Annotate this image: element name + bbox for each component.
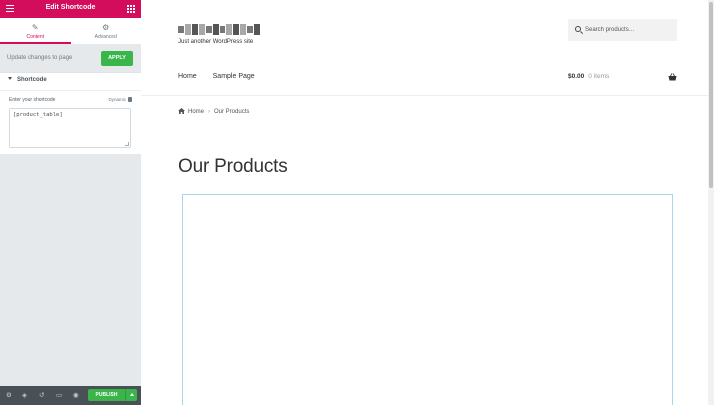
product-table-widget[interactable]	[182, 194, 673, 405]
tab-advanced-label: Advanced	[94, 34, 117, 40]
search-placeholder: Search products…	[585, 27, 635, 33]
caret-down-icon	[8, 77, 12, 80]
site-preview: Just another WordPress site Search produ…	[141, 0, 714, 405]
home-icon	[178, 108, 185, 114]
nav-item-home[interactable]: Home	[178, 73, 197, 80]
tab-content[interactable]: ✎ Content	[0, 18, 71, 44]
search-icon	[575, 26, 581, 32]
site-tagline: Just another WordPress site	[178, 39, 254, 45]
editor-panel: Edit Shortcode ✎ Content ⚙ Advanced Upda…	[0, 0, 141, 405]
apply-button[interactable]: APPLY	[101, 51, 133, 66]
publish-options-arrow-icon[interactable]	[125, 389, 137, 401]
header-divider	[141, 95, 714, 96]
panel-footer: ⚙ ◈ ↺ ▭ ◉ PUBLISH	[0, 386, 141, 405]
navigator-icon[interactable]: ◈	[22, 391, 27, 400]
section-toggle[interactable]: Shortcode	[8, 77, 47, 83]
shortcode-textarea[interactable]: [product_table]	[9, 108, 131, 148]
resize-grip-icon[interactable]	[125, 142, 129, 146]
breadcrumb-separator: ›	[208, 109, 211, 115]
tab-advanced[interactable]: ⚙ Advanced	[71, 18, 142, 44]
database-icon	[128, 97, 132, 102]
tab-content-label: Content	[26, 34, 44, 40]
breadcrumb-home[interactable]: Home	[188, 109, 204, 115]
cart-summary[interactable]: $0.00 0 items	[568, 73, 609, 80]
panel-title: Edit Shortcode	[45, 4, 96, 11]
breadcrumb: Home › Our Products	[178, 108, 249, 115]
section-title: Shortcode	[17, 77, 47, 83]
scrollbar-thumb[interactable]	[709, 2, 713, 188]
search-input[interactable]: Search products…	[568, 19, 677, 41]
dynamic-tags-button[interactable]: Dynamic	[108, 97, 132, 102]
panel-header: Edit Shortcode	[0, 0, 141, 18]
primary-nav: Home Sample Page	[178, 73, 269, 80]
shortcode-section: Shortcode Enter your shortcode Dynamic […	[0, 72, 141, 154]
settings-icon[interactable]: ⚙	[6, 391, 12, 400]
breadcrumb-current: Our Products	[214, 109, 250, 115]
widgets-grid-icon[interactable]	[127, 5, 135, 13]
history-icon[interactable]: ↺	[39, 391, 44, 400]
page-title: Our Products	[178, 156, 288, 177]
dynamic-label: Dynamic	[108, 97, 126, 102]
panel-tabs: ✎ Content ⚙ Advanced	[0, 18, 141, 44]
basket-icon[interactable]	[668, 73, 677, 81]
pencil-icon: ✎	[31, 23, 39, 32]
section-divider	[0, 90, 141, 91]
page-scrollbar[interactable]	[708, 0, 714, 405]
preview-eye-icon[interactable]: ◉	[73, 391, 79, 400]
nav-item-sample-page[interactable]: Sample Page	[213, 73, 255, 80]
cart-items: 0 items	[588, 73, 610, 80]
gear-icon: ⚙	[102, 23, 110, 32]
cart-amount: $0.00	[568, 73, 585, 80]
update-changes-label: Update changes to page	[7, 55, 73, 61]
publish-button[interactable]: PUBLISH	[88, 389, 125, 401]
shortcode-value: [product_table]	[13, 112, 63, 118]
responsive-mode-icon[interactable]: ▭	[56, 391, 62, 400]
shortcode-field-label: Enter your shortcode	[9, 97, 56, 103]
site-logo-blurred[interactable]	[178, 24, 261, 35]
